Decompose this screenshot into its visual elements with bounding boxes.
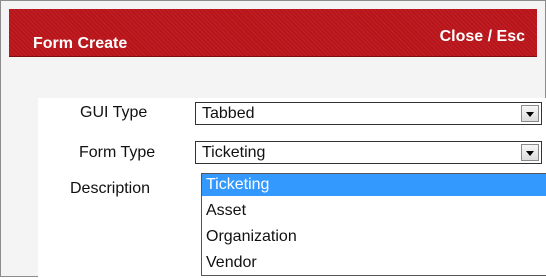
dialog-title: Form Create — [33, 35, 128, 52]
dropdown-option-organization[interactable]: Organization — [202, 226, 546, 248]
form-type-select[interactable]: Ticketing — [195, 141, 542, 164]
chevron-down-icon[interactable] — [521, 144, 539, 161]
dialog-title-bar: Form Create Close / Esc — [9, 9, 537, 57]
gui-type-label: GUI Type — [80, 104, 148, 121]
gui-type-value: Tabbed — [202, 105, 255, 122]
dropdown-option-vendor[interactable]: Vendor — [202, 252, 546, 274]
close-button[interactable]: Close / Esc — [440, 28, 525, 46]
dropdown-option-asset[interactable]: Asset — [202, 200, 546, 222]
chevron-down-icon[interactable] — [521, 105, 539, 122]
form-type-label: Form Type — [79, 144, 156, 161]
description-label: Description — [70, 180, 151, 197]
form-type-value: Ticketing — [202, 144, 266, 161]
form-create-dialog: Form Create Close / Esc GUI Type Tabbed … — [0, 0, 546, 278]
dropdown-option-ticketing[interactable]: Ticketing — [202, 174, 546, 196]
form-type-dropdown-list[interactable]: Ticketing Asset Organization Vendor — [201, 173, 546, 276]
gui-type-select[interactable]: Tabbed — [195, 102, 542, 125]
